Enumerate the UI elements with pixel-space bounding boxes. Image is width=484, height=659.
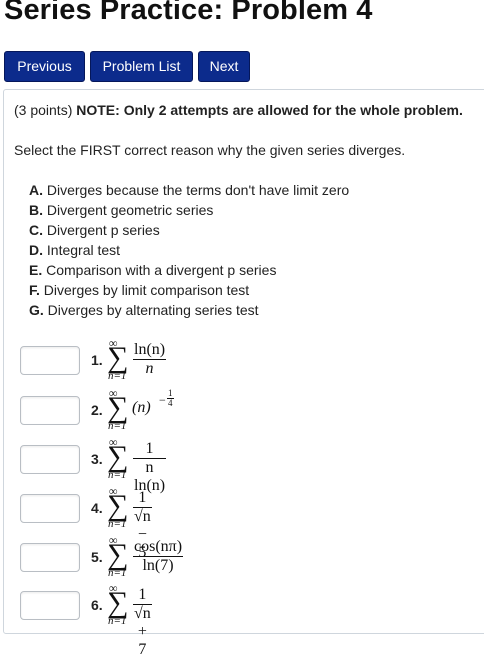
option-text: Divergent geometric series xyxy=(43,202,214,218)
answer-input-6[interactable] xyxy=(20,591,80,620)
option-d: D. Integral test xyxy=(29,242,120,258)
sigma-icon: ∑ xyxy=(107,538,129,571)
numerator: 1 xyxy=(138,489,147,506)
option-text: Diverges by limit comparison test xyxy=(39,282,250,298)
next-button[interactable]: Next xyxy=(198,51,250,82)
option-g: G. Diverges by alternating series test xyxy=(29,302,259,318)
answer-input-4[interactable] xyxy=(20,494,80,523)
fraction: 1 n ln(n) xyxy=(133,440,167,495)
sum-lower-limit: n=1 xyxy=(108,567,127,579)
denominator: ln(7) xyxy=(142,557,174,574)
option-text: Diverges by alternating series test xyxy=(43,302,259,318)
answer-input-1[interactable] xyxy=(20,346,80,375)
option-letter: E. xyxy=(29,262,43,278)
points-label: (3 points) xyxy=(14,102,73,118)
option-c: C. Divergent p series xyxy=(29,222,160,238)
denominator: √n + 7 xyxy=(134,605,151,658)
option-letter: D. xyxy=(29,242,43,258)
series-number: 5. xyxy=(91,549,103,565)
option-text: Diverges because the terms don't have li… xyxy=(43,182,350,198)
series-number: 4. xyxy=(91,500,103,516)
option-f: F. Diverges by limit comparison test xyxy=(29,282,249,298)
numerator: ln(n) xyxy=(134,341,166,358)
sum-lower-limit: n=1 xyxy=(108,469,127,481)
sigma-icon: ∑ xyxy=(107,440,129,473)
problem-panel: (3 points) NOTE: Only 2 attempts are all… xyxy=(3,89,484,658)
numerator: cos(nπ) xyxy=(134,538,183,555)
exponent-denominator: 4 xyxy=(168,398,173,408)
series-number: 1. xyxy=(91,352,103,368)
instruction-text: Select the FIRST correct reason why the … xyxy=(14,142,406,158)
numerator: 1 xyxy=(138,586,147,603)
numerator: 1 xyxy=(145,440,154,457)
option-b: B. Divergent geometric series xyxy=(29,202,213,218)
series-number: 2. xyxy=(91,402,103,418)
answer-input-2[interactable] xyxy=(20,396,80,425)
sigma-icon: ∑ xyxy=(107,391,129,424)
option-a: A. Diverges because the terms don't have… xyxy=(29,182,349,198)
sigma-icon: ∑ xyxy=(107,586,129,619)
exponent-fraction: 1 4 xyxy=(167,389,174,408)
option-letter: G. xyxy=(29,302,44,318)
previous-button[interactable]: Previous xyxy=(4,51,85,82)
sum-lower-limit: n=1 xyxy=(108,518,127,530)
option-text: Divergent p series xyxy=(43,222,160,238)
answer-input-3[interactable] xyxy=(20,445,80,474)
page-title: Series Practice: Problem 4 xyxy=(4,0,373,26)
option-letter: C. xyxy=(29,222,43,238)
series-number: 6. xyxy=(91,597,103,613)
attempts-note: NOTE: Only 2 attempts are allowed for th… xyxy=(76,102,463,118)
power-base: (n) xyxy=(132,399,151,416)
sigma-icon: ∑ xyxy=(107,341,129,374)
fraction: 1 √n + 7 xyxy=(133,586,152,659)
problem-list-button[interactable]: Problem List xyxy=(90,51,193,82)
sigma-icon: ∑ xyxy=(107,489,129,522)
points-note-line: (3 points) NOTE: Only 2 attempts are all… xyxy=(14,102,463,118)
exponent-numerator: 1 xyxy=(168,388,173,398)
denominator: n xyxy=(145,360,154,377)
fraction: cos(nπ) ln(7) xyxy=(133,538,184,575)
series-number: 3. xyxy=(91,451,103,467)
answer-input-5[interactable] xyxy=(20,543,80,572)
option-letter: B. xyxy=(29,202,43,218)
sum-lower-limit: n=1 xyxy=(108,615,127,627)
fraction: ln(n) n xyxy=(133,341,167,378)
sum-lower-limit: n=1 xyxy=(108,370,127,382)
option-text: Comparison with a divergent p series xyxy=(42,262,277,278)
sum-lower-limit: n=1 xyxy=(108,420,127,432)
option-text: Integral test xyxy=(43,242,121,258)
option-letter: F. xyxy=(29,282,40,298)
exponent-sign: − xyxy=(159,393,166,407)
option-e: E. Comparison with a divergent p series xyxy=(29,262,276,278)
option-letter: A. xyxy=(29,182,43,198)
